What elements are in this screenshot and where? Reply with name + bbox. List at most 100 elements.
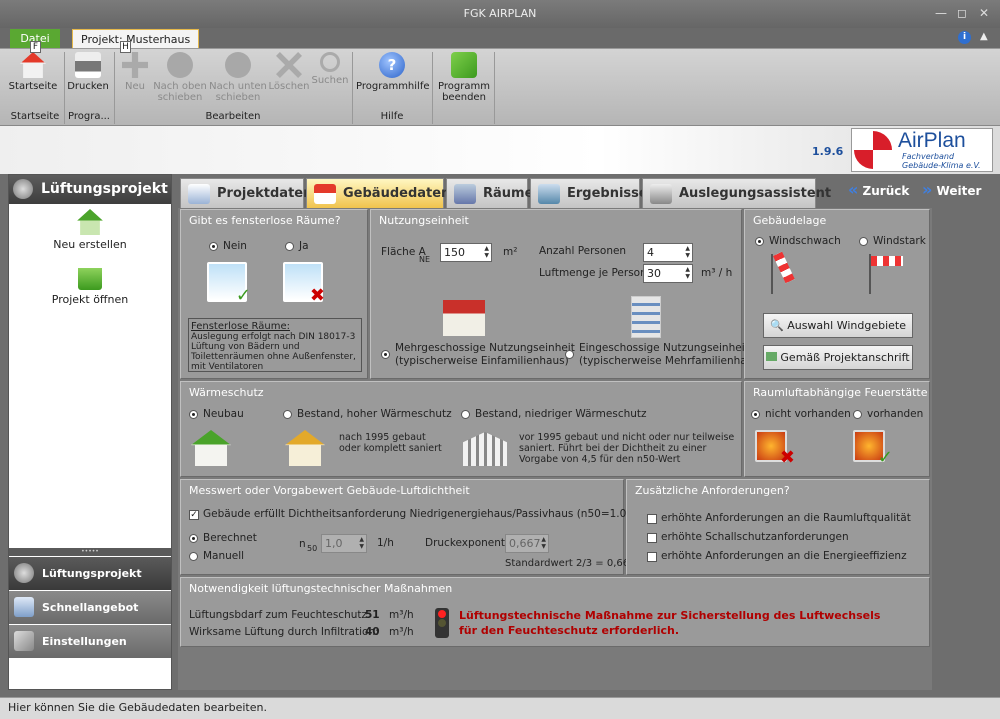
loeschen-button[interactable]: Löschen (268, 52, 310, 92)
flaeche-input[interactable]: 150 ▲ ▼ (440, 243, 492, 262)
spin-arrows-icon: ▲ ▼ (359, 536, 364, 550)
window-cross-icon: ✖ (283, 262, 325, 306)
drucken-button[interactable]: Drucken (66, 52, 110, 92)
back-button[interactable]: « Zurück (848, 180, 909, 199)
open-basket-icon (78, 268, 102, 290)
radio-eingeschossig[interactable] (565, 350, 574, 359)
radio-nicht-vorhanden[interactable] (751, 410, 760, 419)
radio-windstark[interactable] (859, 237, 868, 246)
ribbon-separator (114, 52, 115, 124)
panel-zusatz: Zusätzliche Anforderungen? erhöhte Anfor… (626, 479, 930, 575)
radio-bestand-hoch[interactable] (283, 410, 292, 419)
left-panel-header: Lüftungsprojekt (9, 175, 171, 204)
ribbon-separator (64, 52, 65, 124)
results-icon (538, 184, 560, 204)
neu-button[interactable]: Neu (118, 52, 152, 92)
database-icon (188, 184, 210, 204)
panel-messwert: Messwert oder Vorgabewert Gebäude-Luftdi… (180, 479, 636, 575)
arrow-down-icon (225, 52, 251, 78)
collapse-ribbon-icon[interactable]: ▲ (980, 31, 988, 42)
radio-neubau[interactable] (189, 410, 198, 419)
nach-oben-button[interactable]: Nach oben schieben (152, 52, 208, 103)
radio-berechnet[interactable] (189, 534, 198, 543)
logo-emblem-icon (854, 131, 892, 169)
address-card-icon (766, 352, 778, 361)
exit-icon (451, 52, 477, 78)
programm-beenden-button[interactable]: Programm beenden (436, 52, 492, 103)
old-building-icon (463, 432, 507, 466)
tab-projekt[interactable]: Projekt: Musterhaus (72, 29, 200, 48)
calculator-icon (14, 597, 34, 617)
tab-raeume[interactable]: Räume (446, 178, 533, 208)
chevron-left-icon: « (848, 180, 859, 199)
multi-storey-house-icon (443, 300, 485, 336)
minimize-button[interactable]: — (934, 6, 948, 20)
tab-projektdaten[interactable]: Projektdaten (180, 178, 312, 208)
n50-input[interactable]: 1,0 ▲ ▼ (321, 534, 367, 553)
neu-erstellen-link[interactable]: Neu erstellen (30, 209, 150, 251)
windgebiete-button[interactable]: 🔍 Auswahl Windgebiete (763, 313, 913, 338)
programmhilfe-button[interactable]: ? Programmhilfe (356, 52, 430, 92)
radio-windschwach[interactable] (755, 237, 764, 246)
splitter-grip[interactable]: ••••• (9, 548, 171, 556)
projekt-oeffnen-link[interactable]: Projekt öffnen (30, 268, 150, 306)
checkbox-raumluftqualitaet[interactable] (647, 514, 657, 524)
apartment-building-icon (631, 296, 661, 338)
windsock-weak-pole (771, 254, 773, 294)
personen-input[interactable]: 4 ▲ ▼ (643, 243, 693, 262)
nach-unten-button[interactable]: Nach unten schieben (208, 52, 268, 103)
panel-gebaeudelage: Gebäudelage Windschwach Windstark 🔍 Ausw… (744, 209, 930, 379)
startseite-button[interactable]: Startseite (8, 52, 58, 92)
banner (0, 126, 1000, 174)
radio-nein[interactable] (209, 242, 218, 251)
info-icon[interactable]: i (958, 31, 971, 44)
printer-icon (75, 52, 101, 78)
druckexponent-input[interactable]: 0,667 ▲ ▼ (505, 534, 549, 553)
fensterlos-note: Fensterlose Räume: Auslegung erfolgt nac… (188, 318, 362, 372)
ribbon-separator (352, 52, 353, 124)
status-text: Hier können Sie die Gebäudedaten bearbei… (8, 701, 267, 714)
window-check-icon: ✓ (207, 262, 251, 306)
radio-bestand-niedrig[interactable] (461, 410, 470, 419)
windsock-strong-icon (871, 256, 903, 266)
group-startseite: Startseite (10, 111, 60, 122)
spin-arrows-icon: ▲ ▼ (685, 245, 690, 259)
home-icon (20, 52, 46, 78)
panel-fensterlos: Gibt es fensterlose Räume? Nein Ja ✓ ✖ F… (180, 209, 368, 379)
plus-icon (122, 52, 148, 78)
radio-ja[interactable] (285, 242, 294, 251)
tab-auslegungsassistent[interactable]: Auslegungsassistent (642, 178, 831, 208)
chevron-right-icon: » (922, 180, 933, 199)
panel-notwendigkeit: Notwendigkeit lüftungstechnischer Maßnah… (180, 577, 930, 647)
spin-arrows-icon: ▲ ▼ (541, 536, 546, 550)
assistant-icon (650, 184, 672, 204)
delete-x-icon (276, 52, 302, 78)
status-bar: Hier können Sie die Gebäudedaten bearbei… (0, 697, 1000, 719)
radio-manuell[interactable] (189, 552, 198, 561)
spin-arrows-icon: ▲ ▼ (685, 266, 690, 280)
forward-button[interactable]: » Weiter (922, 180, 981, 199)
dichtheit-checkbox[interactable]: ✓ (189, 510, 199, 520)
project-icon (14, 563, 34, 583)
tools-icon (14, 631, 34, 651)
panel-feuerstaette: Raumluftabhängige Feuerstätte nicht vorh… (744, 381, 930, 477)
tab-gebaeudedaten[interactable]: Gebäudedaten (306, 178, 450, 208)
tab-ergebnisse[interactable]: Ergebnisse (530, 178, 648, 208)
magnifier-icon (320, 52, 340, 72)
search-icon: 🔍 (770, 319, 784, 332)
radio-mehrgeschossig[interactable] (381, 350, 390, 359)
maximize-button[interactable]: ◻ (955, 6, 969, 20)
projektanschrift-button[interactable]: Gemäß Projektanschrift (763, 345, 913, 370)
checkbox-energieeffizienz[interactable] (647, 552, 657, 562)
version-label: 1.9.6 (812, 145, 844, 158)
radio-vorhanden[interactable] (853, 410, 862, 419)
group-bearbeiten: Bearbeiten (205, 111, 261, 122)
rooms-icon (454, 184, 476, 204)
spin-arrows-icon: ▲ ▼ (484, 245, 489, 259)
suchen-button[interactable]: Suchen (310, 52, 350, 86)
checkbox-schallschutz[interactable] (647, 533, 657, 543)
close-button[interactable]: ✕ (977, 6, 991, 20)
keytip-f: F (30, 41, 41, 53)
luftmenge-input[interactable]: 30 ▲ ▼ (643, 264, 693, 283)
project-icon (13, 179, 33, 199)
